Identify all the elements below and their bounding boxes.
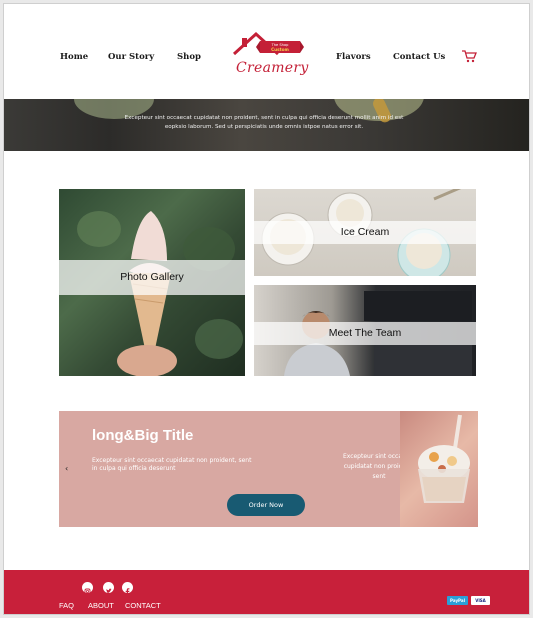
tile-meet-the-team[interactable]: Meet The Team (254, 285, 476, 376)
hero-banner: Excepteur sint occaecat cupidatat non pr… (4, 99, 529, 151)
nav-contact-us[interactable]: Contact Us (393, 52, 445, 62)
logo-house-icon: The Shop Custom (232, 31, 304, 56)
paypal-badge: PayPal (447, 596, 468, 605)
logo-tag-line2: Custom (271, 47, 289, 52)
tile-ice-cream[interactable]: Ice Cream (254, 189, 476, 276)
tile-label: Meet The Team (254, 322, 476, 345)
order-now-button[interactable]: Order Now (227, 494, 305, 516)
nav-shop[interactable]: Shop (177, 52, 201, 62)
nav-flavors[interactable]: Flavors (336, 52, 371, 62)
footer: FAQ ABOUT CONTACT PayPal VISA (4, 570, 529, 614)
instagram-icon[interactable] (82, 582, 93, 595)
nav-our-story[interactable]: Our Story (108, 52, 154, 62)
footer-link-contact[interactable]: CONTACT (125, 601, 161, 610)
footer-link-about[interactable]: ABOUT (88, 601, 114, 610)
logo[interactable]: The Shop Custom Creamery (230, 28, 309, 86)
tile-label: Ice Cream (254, 221, 476, 244)
tile-photo-gallery[interactable]: Photo Gallery (59, 189, 245, 376)
sundae-cup-illustration (418, 414, 470, 503)
tile-label: Photo Gallery (59, 260, 245, 295)
footer-link-faq[interactable]: FAQ (59, 601, 74, 610)
promo-body: Excepteur sint occaecat cupidatat non pr… (92, 457, 252, 472)
promo-slider: ‹ long&Big Title Excepteur sint occaecat… (59, 411, 478, 527)
cart-icon[interactable] (461, 49, 477, 63)
twitter-icon[interactable] (103, 582, 114, 594)
nav-home[interactable]: Home (60, 52, 88, 62)
chevron-left-icon[interactable]: ‹ (65, 464, 68, 473)
page: Home Our Story Shop The Shop Custom Crea… (3, 3, 530, 615)
promo-image (400, 411, 478, 527)
facebook-icon[interactable] (122, 582, 133, 595)
visa-badge: VISA (471, 596, 490, 605)
banner-text: Excepteur sint occaecat cupidatat non pr… (124, 115, 404, 130)
promo-title: long&Big Title (92, 427, 194, 444)
logo-script-text: Creamery (236, 60, 309, 76)
